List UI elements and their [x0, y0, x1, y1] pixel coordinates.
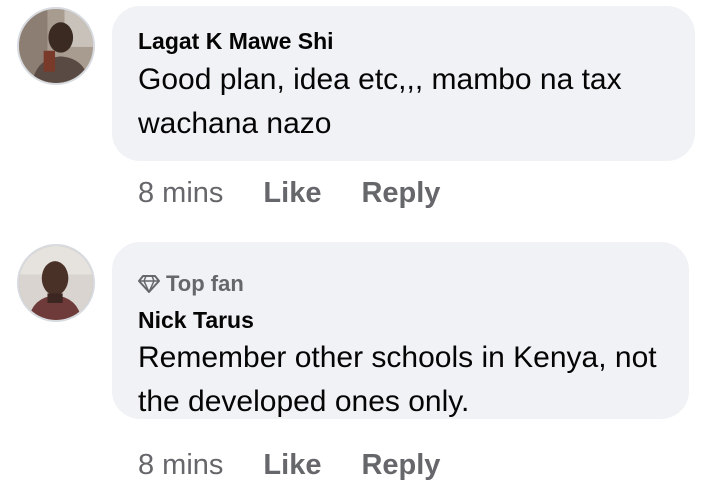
comment-author[interactable]: Nick Tarus	[138, 307, 254, 334]
comment-bubble: Lagat K Mawe Shi Good plan, idea etc,,, …	[112, 6, 695, 161]
comment-timestamp[interactable]: 8 mins	[138, 177, 223, 210]
reply-button[interactable]: Reply	[361, 177, 440, 210]
comment-actions: 8 mins Like Reply	[138, 449, 440, 482]
avatar[interactable]	[17, 244, 95, 322]
comment-author[interactable]: Lagat K Mawe Shi	[138, 28, 334, 55]
avatar-photo	[19, 9, 93, 83]
like-button[interactable]: Like	[263, 177, 321, 210]
comment-item: Top fan Nick Tarus Remember other school…	[0, 232, 720, 502]
comment-item: Lagat K Mawe Shi Good plan, idea etc,,, …	[0, 0, 720, 232]
top-fan-badge: Top fan	[138, 271, 244, 297]
avatar-photo	[19, 246, 93, 320]
comment-actions: 8 mins Like Reply	[138, 177, 440, 210]
badge-label: Top fan	[166, 271, 244, 296]
like-button[interactable]: Like	[263, 449, 321, 482]
comment-timestamp[interactable]: 8 mins	[138, 449, 223, 482]
avatar[interactable]	[17, 7, 95, 85]
comment-bubble: Top fan Nick Tarus Remember other school…	[112, 242, 689, 419]
diamond-icon	[138, 275, 160, 293]
reply-button[interactable]: Reply	[361, 449, 440, 482]
comment-text: Good plan, idea etc,,, mambo na tax wach…	[138, 63, 622, 140]
comment-text: Remember other schools in Kenya, not the…	[138, 341, 657, 418]
